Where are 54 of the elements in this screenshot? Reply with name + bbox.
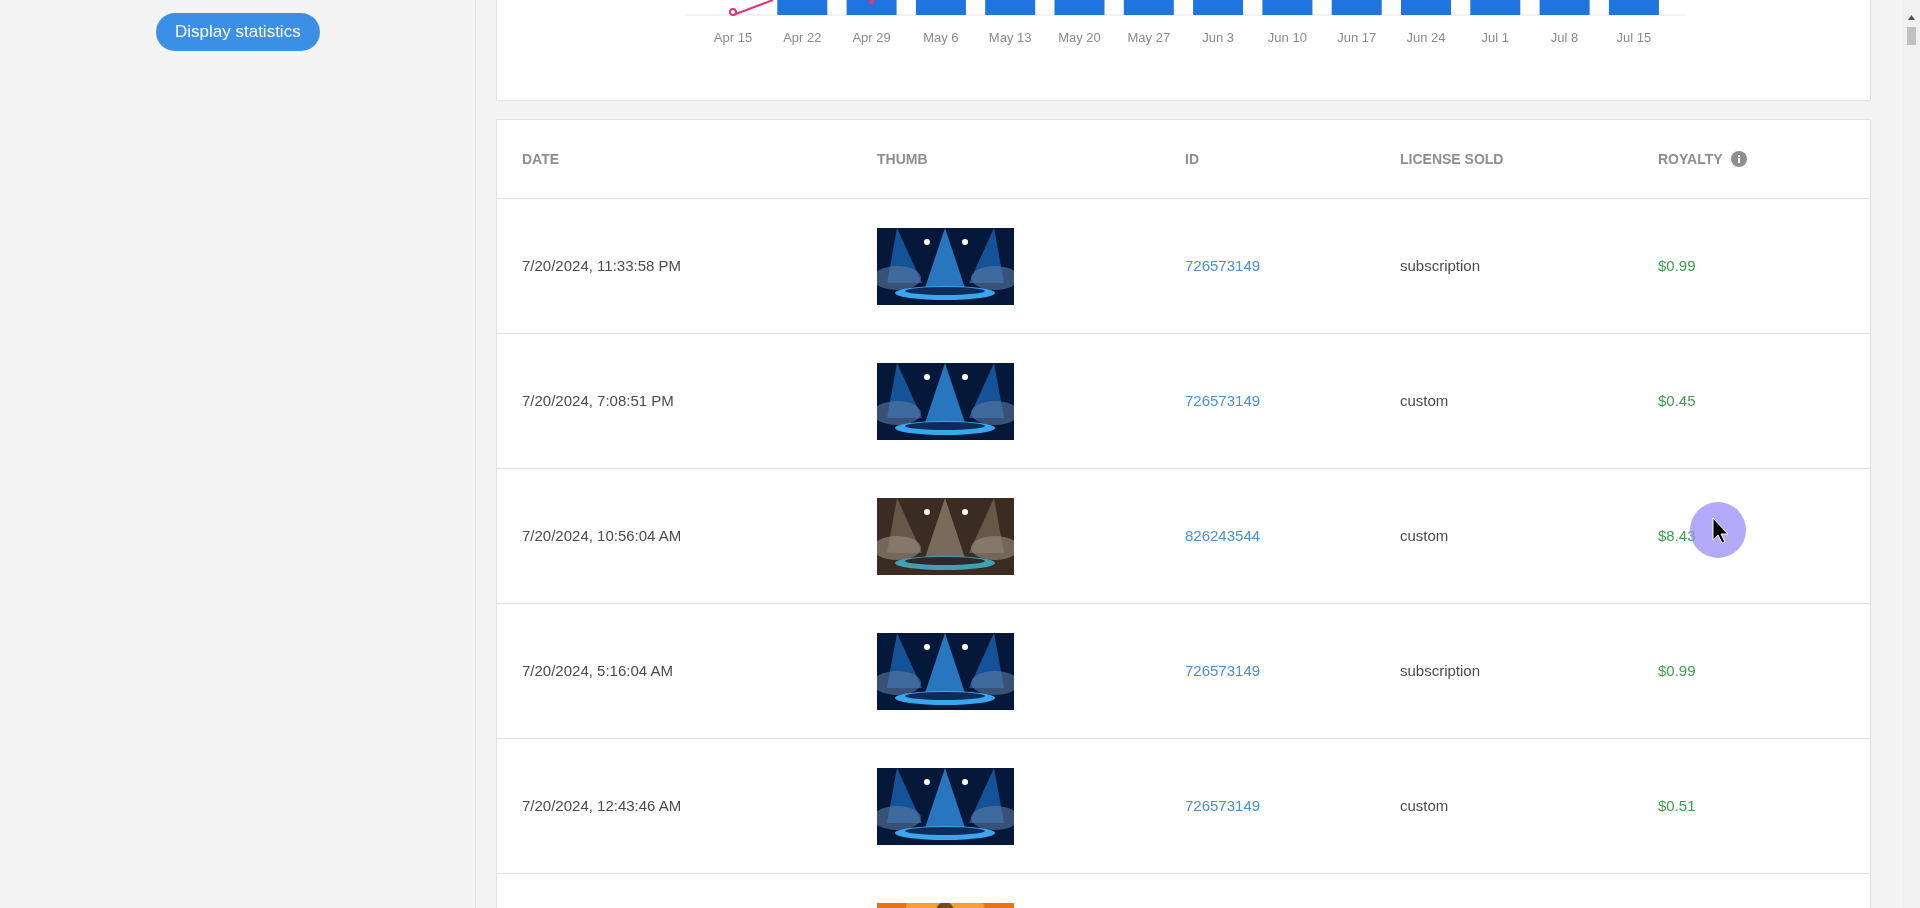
royalty-cell: $8.43 <box>1658 527 1696 544</box>
axis-label: Jun 17 <box>1337 30 1377 45</box>
line-point <box>869 0 875 5</box>
license-cell: custom <box>1400 527 1449 544</box>
axis-label: Apr 29 <box>852 30 891 45</box>
chart-bar <box>915 0 966 15</box>
axis-label: Jul 1 <box>1481 30 1510 45</box>
date-cell: 7/20/2024, 12:43:46 AM <box>522 797 682 814</box>
axis-label: Jul 15 <box>1616 30 1652 45</box>
chart-bar <box>777 0 828 15</box>
column-header: ID <box>1185 151 1199 167</box>
date-cell: 7/20/2024, 10:56:04 AM <box>522 527 682 544</box>
axis-label: Jul 8 <box>1550 30 1579 45</box>
royalty-cell: $0.51 <box>1658 797 1696 814</box>
chart-bar <box>1470 0 1521 15</box>
chart-bar <box>1193 0 1244 15</box>
license-cell: subscription <box>1400 257 1481 274</box>
date-cell: 7/20/2024, 5:16:04 AM <box>522 662 673 679</box>
id-link[interactable]: 726573149 <box>1185 662 1261 679</box>
license-cell: subscription <box>1400 662 1481 679</box>
column-header: DATE <box>522 151 560 167</box>
royalty-cell: $0.99 <box>1658 257 1696 274</box>
chart-bar <box>1401 0 1451 15</box>
axis-label: Jun 3 <box>1202 30 1234 45</box>
axis-label: May 6 <box>923 30 959 45</box>
id-link[interactable]: 726573149 <box>1185 797 1261 814</box>
chart-bar <box>1608 0 1659 15</box>
date-cell: 7/20/2024, 7:08:51 PM <box>522 392 674 409</box>
column-header: THUMB <box>877 151 928 167</box>
axis-label: May 27 <box>1127 30 1171 45</box>
axis-label: Jun 24 <box>1406 30 1446 45</box>
display-statistics-button[interactable]: Display statistics <box>156 13 320 51</box>
chart-bar <box>1539 0 1590 15</box>
chart-bar <box>1331 0 1382 15</box>
date-cell: 7/20/2024, 11:33:58 PM <box>522 257 681 274</box>
id-link[interactable]: 726573149 <box>1185 392 1261 409</box>
chart-bar <box>846 0 897 15</box>
id-link[interactable]: 826243544 <box>1185 527 1261 544</box>
chart-bar <box>985 0 1036 15</box>
axis-label: May 20 <box>1058 30 1101 45</box>
chart-bar <box>1054 0 1105 15</box>
column-header: ROYALTY <box>1658 151 1723 167</box>
license-cell: custom <box>1400 797 1449 814</box>
royalty-cell: $0.99 <box>1658 662 1696 679</box>
column-header: LICENSE SOLD <box>1400 151 1504 167</box>
axis-label: Jun 10 <box>1267 30 1307 45</box>
id-link[interactable]: 726573149 <box>1185 257 1261 274</box>
axis-label: May 13 <box>988 30 1032 45</box>
axis-label: Apr 22 <box>783 30 822 45</box>
chart-bar <box>1123 0 1174 15</box>
axis-label: Apr 15 <box>713 30 753 45</box>
chart-bar <box>1262 0 1313 15</box>
royalty-cell: $0.45 <box>1658 392 1696 409</box>
license-cell: custom <box>1400 392 1449 409</box>
